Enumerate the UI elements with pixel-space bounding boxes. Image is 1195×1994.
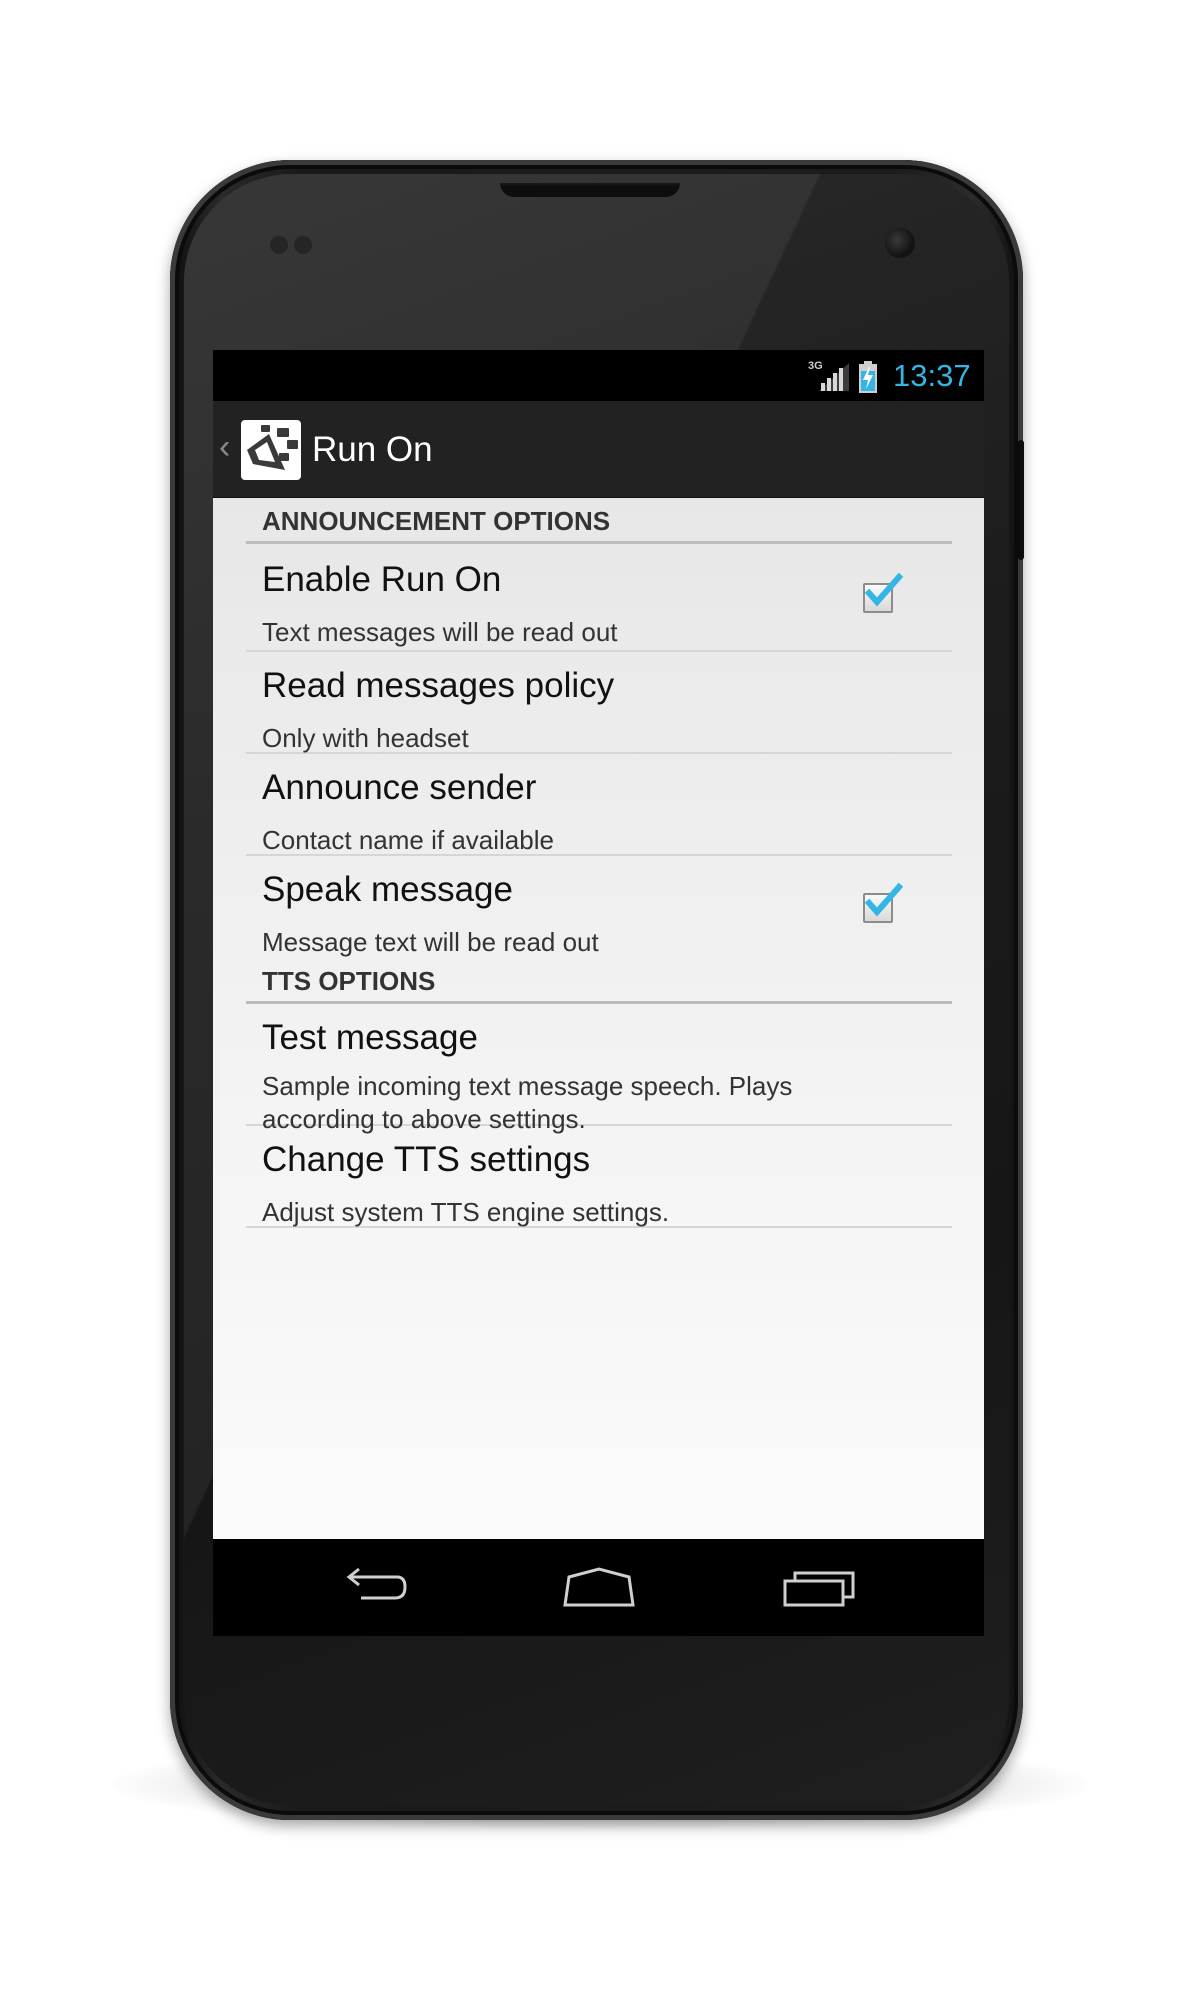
up-caret-icon: ‹ — [219, 428, 231, 466]
signal-icon — [819, 363, 849, 391]
pref-summary: Only with headset — [262, 723, 469, 753]
power-button[interactable] — [1018, 440, 1024, 560]
pref-summary: Text messages will be read out — [262, 617, 618, 647]
pref-title: Announce sender — [262, 768, 537, 807]
pref-summary: Adjust system TTS engine settings. — [262, 1197, 670, 1227]
pref-title: Speak message — [262, 870, 513, 909]
pref-announce-sender[interactable]: Announce sender Contact name if availabl… — [246, 754, 952, 856]
pref-speak-message[interactable]: Speak message Message text will be read … — [246, 856, 952, 958]
section-header-announcement-options: ANNOUNCEMENT OPTIONS — [246, 498, 952, 544]
pref-summary: Message text will be read out — [262, 927, 599, 957]
pref-title: Test message — [262, 1018, 478, 1057]
battery-charging-icon — [859, 361, 877, 393]
home-button[interactable] — [559, 1565, 639, 1611]
light-sensor — [294, 236, 312, 254]
status-bar: 3G 13:37 — [213, 350, 984, 401]
recent-apps-icon — [783, 1571, 855, 1607]
pref-enable-run-on[interactable]: Enable Run On Text messages will be read… — [246, 544, 952, 652]
checkmark-icon — [864, 572, 904, 607]
earpiece-speaker — [500, 183, 680, 197]
screen: 3G 13:37 ‹ Run On ANNOUNCEMENT OPTIONS E… — [213, 350, 984, 1636]
section-header-tts-options: TTS OPTIONS — [246, 958, 952, 1004]
pref-title: Enable Run On — [262, 560, 502, 599]
checkmark-icon — [864, 882, 904, 917]
recent-apps-button[interactable] — [779, 1565, 859, 1611]
navigation-bar — [213, 1539, 984, 1636]
preferences-list: ANNOUNCEMENT OPTIONS Enable Run On Text … — [213, 498, 984, 1539]
pref-read-messages-policy[interactable]: Read messages policy Only with headset — [246, 652, 952, 754]
action-bar-title: Run On — [312, 430, 433, 469]
proximity-sensor — [270, 236, 288, 254]
enable-run-on-checkbox[interactable] — [863, 572, 904, 613]
back-icon — [346, 1567, 407, 1600]
speak-message-checkbox[interactable] — [863, 882, 904, 923]
back-button[interactable] — [331, 1565, 411, 1611]
status-clock: 13:37 — [893, 358, 971, 393]
front-camera — [885, 228, 915, 258]
pref-title: Read messages policy — [262, 666, 615, 705]
pref-test-message[interactable]: Test message Sample incoming text messag… — [246, 1004, 952, 1134]
app-icon — [241, 420, 301, 480]
pref-change-tts-settings[interactable]: Change TTS settings Adjust system TTS en… — [246, 1126, 952, 1228]
pref-summary: Contact name if available — [262, 825, 554, 855]
action-bar: ‹ Run On — [213, 401, 984, 498]
home-icon — [563, 1567, 635, 1607]
pref-title: Change TTS settings — [262, 1140, 591, 1179]
